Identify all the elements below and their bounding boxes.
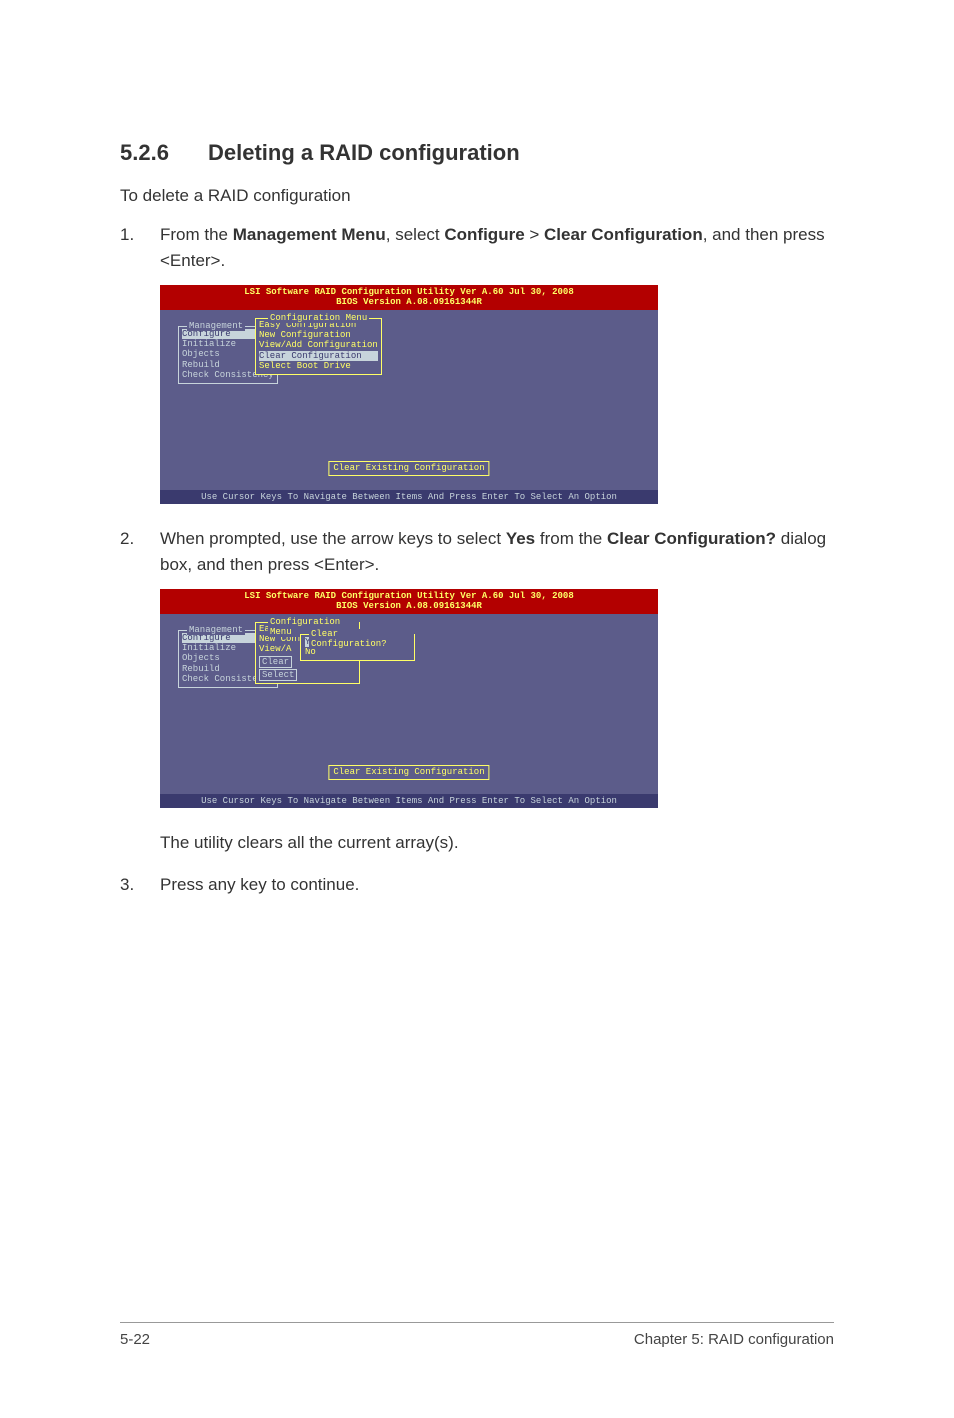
step-text-part: From the	[160, 225, 233, 244]
bios-status-bar: Clear Existing Configuration	[328, 765, 489, 779]
config-item-new[interactable]: New Configuration	[259, 330, 378, 340]
bios-status-bar: Clear Existing Configuration	[328, 461, 489, 475]
step-3: 3. Press any key to continue.	[120, 872, 834, 898]
step-text-part: >	[525, 225, 544, 244]
config-item-view-trunc: View/A	[259, 644, 291, 654]
step-text: When prompted, use the arrow keys to sel…	[160, 526, 834, 577]
clear-configuration-dialog: Clear Configuration? Yes No	[300, 634, 415, 662]
configuration-menu-title: Configuration Menu	[268, 313, 369, 323]
step-2: 2. When prompted, use the arrow keys to …	[120, 526, 834, 577]
step-text-part: When prompted, use the arrow keys to sel…	[160, 529, 506, 548]
bios-screenshot-1: LSI Software RAID Configuration Utility …	[160, 285, 834, 504]
section-title: Deleting a RAID configuration	[208, 140, 520, 165]
config-item-select-boot[interactable]: Select Boot Drive	[259, 361, 378, 371]
management-menu-title: Management	[187, 625, 245, 635]
step-text-bold: Management Menu	[233, 225, 386, 244]
section-heading: 5.2.6Deleting a RAID configuration	[120, 140, 834, 166]
config-item-clear[interactable]: Clear Configuration	[259, 351, 378, 361]
page-footer: 5-22 Chapter 5: RAID configuration	[120, 1322, 834, 1348]
config-item-view-add[interactable]: View/Add Configuration	[259, 340, 378, 350]
dialog-title: Clear Configuration?	[309, 629, 414, 650]
chapter-title: Chapter 5: RAID configuration	[634, 1331, 834, 1348]
bios-header-line1: LSI Software RAID Configuration Utility …	[160, 287, 658, 297]
bios-header: LSI Software RAID Configuration Utility …	[160, 285, 658, 310]
bios-header-line2: BIOS Version A.08.09161344R	[160, 297, 658, 307]
step-text-bold: Clear Configuration	[544, 225, 703, 244]
section-number: 5.2.6	[120, 140, 208, 166]
step-number: 1.	[120, 222, 160, 273]
page-number: 5-22	[120, 1331, 150, 1348]
step-number: 3.	[120, 872, 160, 898]
bios-screenshot-2: LSI Software RAID Configuration Utility …	[160, 589, 834, 808]
intro-text: To delete a RAID configuration	[120, 186, 834, 206]
bios-hint-bar: Use Cursor Keys To Navigate Between Item…	[160, 490, 658, 504]
management-menu-title: Management	[187, 321, 245, 331]
config-item-select-trunc: Select	[259, 669, 297, 681]
step-1: 1. From the Management Menu, select Conf…	[120, 222, 834, 273]
step-2-aftertext: The utility clears all the current array…	[160, 830, 834, 856]
step-text: From the Management Menu, select Configu…	[160, 222, 834, 273]
bios-header-line2: BIOS Version A.08.09161344R	[160, 601, 658, 611]
step-text-bold: Yes	[506, 529, 535, 548]
step-number: 2.	[120, 526, 160, 577]
config-item-clear-trunc: Clear	[259, 656, 292, 668]
step-text-part: from the	[535, 529, 607, 548]
step-text-bold: Clear Configuration?	[607, 529, 776, 548]
configuration-menu: Configuration Menu Easy Configuration Ne…	[255, 318, 382, 376]
bios-hint-bar: Use Cursor Keys To Navigate Between Item…	[160, 794, 658, 808]
step-text: Press any key to continue.	[160, 872, 834, 898]
step-text-part: , select	[386, 225, 445, 244]
bios-header-line1: LSI Software RAID Configuration Utility …	[160, 591, 658, 601]
bios-header: LSI Software RAID Configuration Utility …	[160, 589, 658, 614]
step-text-bold: Configure	[444, 225, 524, 244]
